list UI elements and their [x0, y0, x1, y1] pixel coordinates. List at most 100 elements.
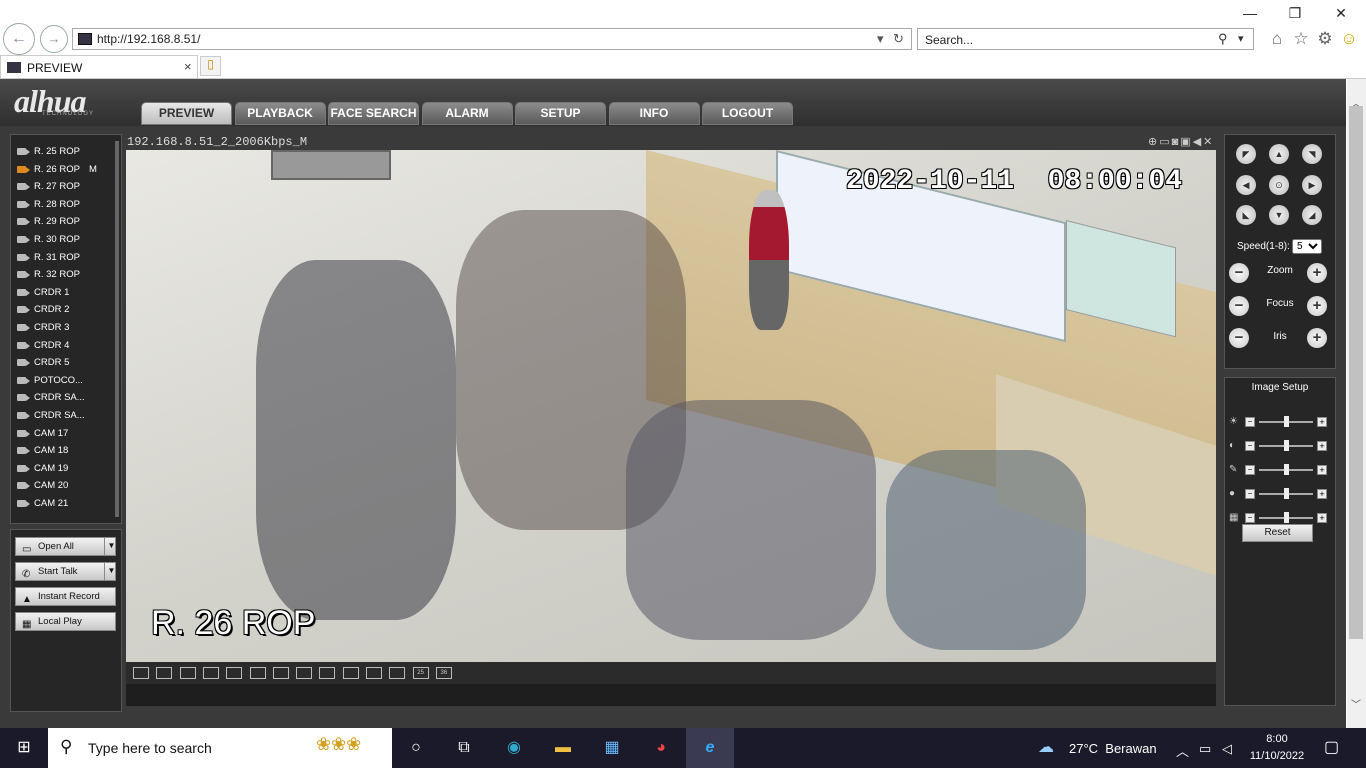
layout-button[interactable] [179, 667, 196, 679]
open-all-dropdown-icon[interactable]: ▼ [104, 537, 118, 556]
forward-icon[interactable]: → [40, 25, 68, 53]
taskbar-clock[interactable]: 8:00 11/10/2022 [1246, 731, 1308, 765]
slider-minus-icon[interactable]: − [1245, 513, 1255, 523]
ptz-up-right-icon[interactable]: ◥ [1302, 144, 1322, 164]
channel-item[interactable]: R. 26 ROP M [11, 161, 111, 179]
menu-tab-info[interactable]: INFO [608, 102, 700, 125]
ptz-down-left-icon[interactable]: ◣ [1236, 205, 1256, 225]
channel-item[interactable]: CRDR 3 [11, 319, 111, 337]
menu-tab-preview[interactable]: PREVIEW [141, 102, 232, 125]
menu-tab-face-search[interactable]: FACE SEARCH [328, 102, 419, 125]
channel-item[interactable]: POTOCO... [11, 372, 111, 390]
layout-button[interactable] [296, 667, 313, 679]
address-bar[interactable]: http://192.168.8.51/ ▾ ↻ [72, 28, 912, 50]
channel-item[interactable]: R. 30 ROP [11, 231, 111, 249]
layout-button[interactable]: 25 [412, 667, 429, 679]
network-icon[interactable]: ▭ [1199, 741, 1211, 757]
slider-knob[interactable] [1283, 416, 1289, 427]
layout-button[interactable] [249, 667, 266, 679]
slider-plus-icon[interactable]: + [1317, 465, 1327, 475]
speed-select[interactable]: 5 [1292, 239, 1322, 254]
edge-icon[interactable]: ◉ [502, 736, 526, 760]
focus-plus-icon[interactable]: + [1307, 296, 1327, 316]
slider-minus-icon[interactable]: − [1245, 417, 1255, 427]
layout-button[interactable] [342, 667, 359, 679]
channel-item[interactable]: R. 32 ROP [11, 266, 111, 284]
channel-item[interactable]: CAM 19 [11, 460, 111, 478]
page-scrollbar[interactable]: ︿ ﹀ [1347, 79, 1366, 728]
slider-plus-icon[interactable]: + [1317, 489, 1327, 499]
layout-button[interactable] [156, 667, 173, 679]
slider-plus-icon[interactable]: + [1317, 513, 1327, 523]
slider-plus-icon[interactable]: + [1317, 441, 1327, 451]
ie-taskbar-button[interactable]: e [686, 728, 734, 768]
channel-item[interactable]: CAM 21 [11, 495, 111, 513]
channel-item[interactable]: CAM 20 [11, 477, 111, 495]
channel-item[interactable]: CRDR 2 [11, 301, 111, 319]
task-view-icon[interactable]: ⧉ [452, 736, 476, 760]
chrome-icon[interactable]: ◕ [649, 736, 673, 760]
new-tab-icon[interactable]: ▯ [200, 56, 221, 76]
layout-button[interactable] [366, 667, 382, 679]
favorites-star-icon[interactable]: ☆ [1291, 29, 1311, 49]
search-dropdown-icon[interactable]: ▾ [1238, 32, 1244, 45]
window-icon[interactable]: ▭ [1159, 136, 1171, 148]
menu-tab-setup[interactable]: SETUP [515, 102, 606, 125]
iris-minus-icon[interactable]: − [1229, 328, 1249, 348]
search-box[interactable]: Search... ⚲ ▾ [917, 28, 1254, 50]
ptz-left-icon[interactable]: ◀ [1236, 175, 1256, 195]
slider-knob[interactable] [1283, 512, 1289, 523]
slider-minus-icon[interactable]: − [1245, 441, 1255, 451]
home-icon[interactable]: ⌂ [1267, 29, 1287, 49]
slider-knob[interactable] [1283, 488, 1289, 499]
focus-minus-icon[interactable]: − [1229, 296, 1249, 316]
settings-gear-icon[interactable]: ⚙ [1315, 29, 1335, 49]
close-button[interactable]: ✕ [1326, 4, 1356, 22]
channel-item[interactable]: R. 29 ROP [11, 213, 111, 231]
open-all-button[interactable]: ▭ Open All ▼ [15, 537, 116, 556]
ptz-center-icon[interactable]: ⊙ [1269, 175, 1289, 195]
channel-item[interactable]: R. 28 ROP [11, 196, 111, 214]
menu-tab-alarm[interactable]: ALARM [421, 102, 513, 125]
ptz-right-icon[interactable]: ▶ [1302, 175, 1322, 195]
back-icon[interactable]: ← [3, 23, 35, 55]
start-talk-dropdown-icon[interactable]: ▼ [104, 562, 118, 581]
notifications-icon[interactable]: ▢ [1324, 737, 1339, 757]
menu-tab-logout[interactable]: LOGOUT [702, 102, 793, 125]
zoom-minus-icon[interactable]: − [1229, 263, 1249, 283]
zoom-plus-icon[interactable]: + [1307, 263, 1327, 283]
snapshot-icon[interactable]: ◙ [1172, 136, 1181, 148]
windows-start-icon[interactable]: ⊞ [12, 736, 36, 760]
layout-button[interactable] [272, 667, 289, 679]
weather-text[interactable]: 27°C Berawan [1069, 741, 1157, 756]
layout-button[interactable]: 36 [435, 667, 452, 679]
refresh-icon[interactable]: ↻ [893, 31, 904, 47]
ptz-up-icon[interactable]: ▲ [1269, 144, 1289, 164]
slider-knob[interactable] [1283, 464, 1289, 475]
instant-record-button[interactable]: ▲ Instant Record [15, 587, 116, 606]
reset-button[interactable]: Reset [1242, 524, 1313, 542]
file-explorer-icon[interactable]: ▬ [551, 736, 575, 760]
channel-item[interactable]: CRDR 4 [11, 337, 111, 355]
scroll-thumb[interactable] [1349, 106, 1363, 639]
volume-icon[interactable]: ◁ [1222, 741, 1232, 757]
minimize-button[interactable]: — [1235, 4, 1265, 22]
start-talk-button[interactable]: ✆ Start Talk ▼ [15, 562, 116, 581]
search-icon[interactable]: ⚲ [1218, 31, 1228, 47]
channel-item[interactable]: CAM 17 [11, 425, 111, 443]
layout-button[interactable] [226, 667, 243, 679]
channel-item[interactable]: R. 31 ROP [11, 249, 111, 267]
slider-minus-icon[interactable]: − [1245, 465, 1255, 475]
ptz-down-icon[interactable]: ▼ [1269, 205, 1289, 225]
cortana-icon[interactable]: ○ [404, 736, 428, 760]
channel-item[interactable]: CRDR SA... [11, 389, 111, 407]
local-play-button[interactable]: ▦ Local Play [15, 612, 116, 631]
slider-knob[interactable] [1283, 440, 1289, 451]
channel-item[interactable]: CRDR 5 [11, 354, 111, 372]
tray-chevron-icon[interactable]: ︿ [1176, 741, 1189, 760]
slider-minus-icon[interactable]: − [1245, 489, 1255, 499]
layout-button[interactable] [133, 667, 149, 679]
store-icon[interactable]: ▦ [600, 736, 624, 760]
layout-button[interactable] [389, 667, 406, 679]
address-dropdown-icon[interactable]: ▾ [877, 31, 884, 47]
